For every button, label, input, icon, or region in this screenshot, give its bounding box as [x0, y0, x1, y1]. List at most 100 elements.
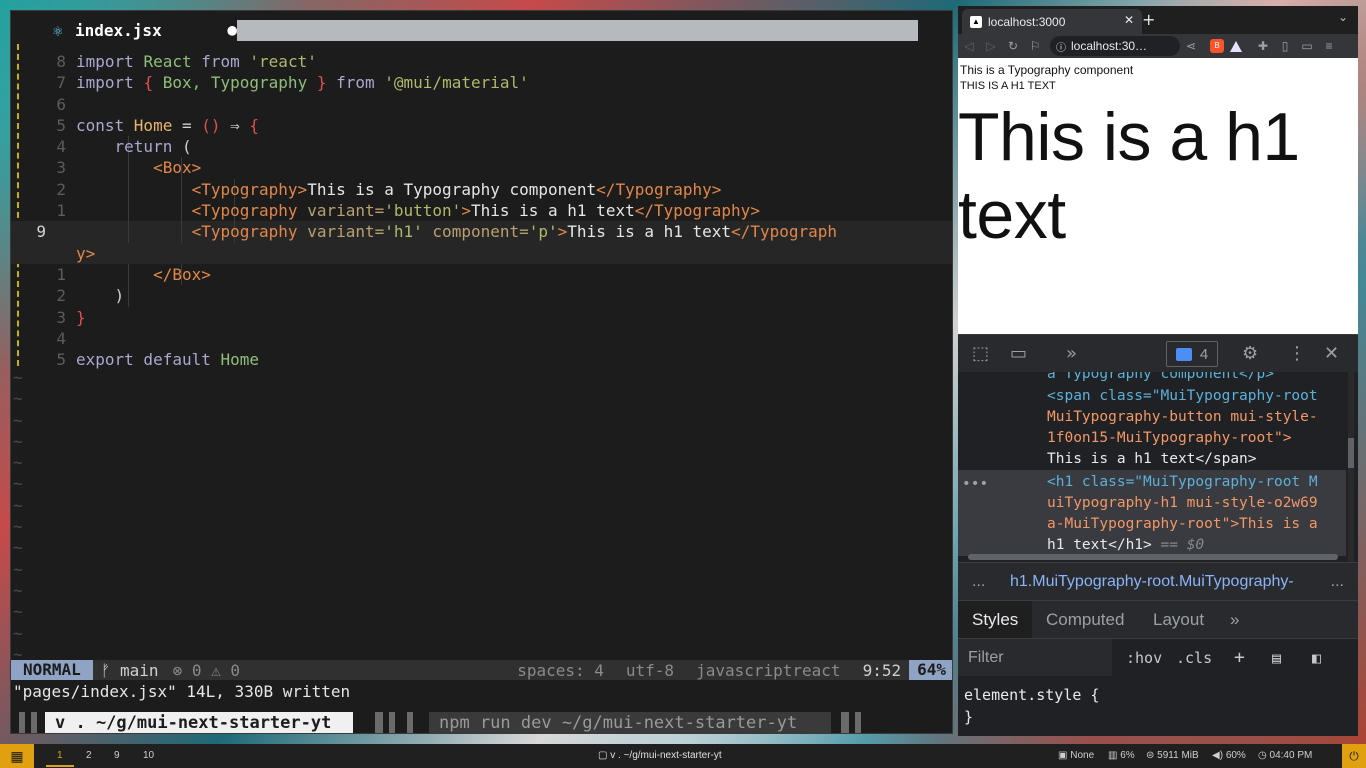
- elements-scroll-thumb[interactable]: [1348, 438, 1354, 468]
- tmux-window-active[interactable]: v . ~/g/mui-next-starter-yt: [45, 712, 353, 733]
- command-line[interactable]: "pages/index.jsx" 14L, 330B written: [13, 682, 350, 701]
- code-line[interactable]: 2 ): [11, 285, 952, 307]
- code-token: =: [181, 115, 202, 135]
- code-line[interactable]: 9 <Typography variant='h1' component='p'…: [11, 221, 952, 243]
- breadcrumb-overflow-icon[interactable]: ...: [1331, 573, 1344, 591]
- vim-statusline: NORMAL ᚠ main ⊗ 0 ⚠ 0 spaces: 4 utf-8 ja…: [11, 660, 952, 680]
- workspace-2[interactable]: 2: [86, 744, 92, 768]
- line-number: 3: [56, 307, 66, 327]
- git-branch: ᚠ main: [101, 661, 159, 680]
- desktop-panel: ▦ 1 2 9 10 ▢ v . ~/g/mui-next-starter-yt…: [0, 744, 1366, 768]
- breadcrumb-more-icon[interactable]: ...: [972, 573, 1010, 591]
- hover-state-toggle[interactable]: :hov: [1126, 639, 1162, 677]
- close-icon[interactable]: ✖: [926, 20, 936, 39]
- line-number: 9: [36, 222, 46, 242]
- dom-line[interactable]: This is a h1 text</span>: [1047, 449, 1257, 470]
- code-token: <Typography: [191, 222, 308, 242]
- power-icon[interactable]: ⏻: [1342, 744, 1366, 768]
- line-number: 2: [56, 179, 66, 199]
- device-toggle-icon[interactable]: ▭: [1010, 343, 1027, 364]
- dom-line: MuiTypography-button mui-style-: [1047, 409, 1318, 425]
- inspect-element-icon[interactable]: ⬚: [972, 343, 989, 364]
- node-actions-icon[interactable]: •••: [962, 474, 988, 495]
- line-number: 8: [56, 52, 66, 71]
- code-line[interactable]: 1 <Typography variant='button'>This is a…: [11, 200, 952, 222]
- empty-line-marker: ~: [13, 453, 23, 473]
- memory-usage: ⊜ 5911 MiB: [1146, 744, 1199, 768]
- code-line[interactable]: 6: [11, 94, 952, 115]
- tmux-window-inactive[interactable]: npm run dev ~/g/mui-next-starter-yt: [429, 712, 831, 733]
- elements-hscrollbar[interactable]: [968, 554, 1338, 560]
- styles-filter-input[interactable]: Filter: [958, 639, 1112, 677]
- tab-layout[interactable]: Layout: [1153, 601, 1204, 639]
- tab-computed[interactable]: Computed: [1046, 601, 1124, 639]
- address-bar[interactable]: ⓘ localhost:30…: [1050, 36, 1180, 56]
- dom-line[interactable]: <span class="MuiTypography-root: [1047, 386, 1318, 407]
- more-tabs-icon[interactable]: »: [1230, 601, 1239, 639]
- taskbar-window[interactable]: ▢ v . ~/g/mui-next-starter-yt: [598, 744, 722, 768]
- keyboard-layout[interactable]: ▣ None: [1058, 744, 1094, 768]
- dom-line[interactable]: a Typography component</p>: [1047, 372, 1274, 385]
- tab-search-chevron-icon[interactable]: ⌄: [1338, 10, 1348, 24]
- code-line[interactable]: 3}: [11, 307, 952, 328]
- code-token: This is a Typography component: [307, 179, 597, 199]
- workspace-10[interactable]: 10: [143, 744, 154, 768]
- clock[interactable]: ◷ 04:40 PM: [1258, 744, 1312, 768]
- empty-line-marker: ~: [13, 602, 23, 622]
- class-toggle[interactable]: .cls: [1176, 639, 1212, 677]
- elements-panel[interactable]: a Typography component</p> <span class="…: [958, 372, 1358, 562]
- keyboard-layout-value: None: [1070, 750, 1095, 761]
- code-line[interactable]: 8 import React from 'react': [11, 51, 952, 72]
- close-devtools-icon[interactable]: ✕: [1324, 343, 1339, 364]
- code-line[interactable]: 5 export default Home: [11, 349, 952, 370]
- element-style-rule[interactable]: element.style { }: [958, 676, 1358, 736]
- issues-badge[interactable]: 4: [1166, 341, 1218, 367]
- sidebar-icon[interactable]: ▯: [1274, 39, 1296, 53]
- back-icon[interactable]: ◁: [958, 39, 980, 53]
- browser-window[interactable]: ▲ localhost:3000 ✕ + ⌄ ◁ ▷ ↻ ⚐ ⓘ localho…: [958, 6, 1358, 736]
- more-tabs-icon[interactable]: »: [1066, 343, 1077, 364]
- code-line[interactable]: 1 </Box>: [11, 263, 952, 286]
- code-line[interactable]: 7 import { Box, Typography } from '@mui/m…: [11, 72, 952, 93]
- code-line[interactable]: 2 <Typography>This is a Typography compo…: [11, 178, 952, 201]
- code-line[interactable]: 5 const Home = () ⇒ {: [11, 115, 952, 136]
- paint-icon[interactable]: ▤: [1272, 639, 1281, 677]
- bookmark-icon[interactable]: ⚐: [1024, 39, 1046, 53]
- error-icon: ⊗: [172, 660, 192, 680]
- menu-icon[interactable]: ≡: [1318, 39, 1340, 53]
- breadcrumb-selector[interactable]: h1.MuiTypography-root.MuiTypography-: [1010, 573, 1294, 591]
- terminal-window[interactable]: ⚛ index.jsx ● ✖ 8 import React from 'reac…: [10, 10, 953, 734]
- branch-name: main: [120, 660, 159, 680]
- new-tab-button[interactable]: +: [1142, 10, 1155, 29]
- add-rule-icon[interactable]: +: [1234, 639, 1245, 677]
- brave-rewards-icon[interactable]: [1230, 40, 1242, 52]
- tab-styles[interactable]: Styles: [958, 601, 1033, 639]
- code-line[interactable]: 4: [11, 328, 952, 349]
- vim-buffer-tab[interactable]: ⚛ index.jsx ●: [51, 20, 237, 41]
- code-token: <Box>: [153, 158, 202, 178]
- reload-icon[interactable]: ↻: [1002, 39, 1024, 53]
- volume[interactable]: ◀) 60%: [1212, 744, 1246, 768]
- kebab-menu-icon[interactable]: ⋮: [1288, 343, 1306, 364]
- modified-indicator: ●: [227, 20, 237, 39]
- dom-line-selected[interactable]: <h1 class="MuiTypography-root M: [1047, 472, 1318, 493]
- buffer-filename: index.jsx: [75, 21, 162, 40]
- brave-shields-icon[interactable]: B: [1210, 39, 1224, 53]
- app-grid-icon[interactable]: ▦: [0, 744, 34, 768]
- settings-gear-icon[interactable]: ⚙: [1242, 343, 1258, 364]
- code-buffer[interactable]: 8 import React from 'react' 7 import { Box,…: [11, 51, 952, 370]
- indent-guide: [128, 285, 129, 307]
- wallet-icon[interactable]: ▭: [1296, 39, 1318, 53]
- tab-close-icon[interactable]: ✕: [1124, 13, 1134, 27]
- forward-icon[interactable]: ▷: [980, 39, 1002, 53]
- workspace-9[interactable]: 9: [114, 744, 120, 768]
- browser-tab[interactable]: ▲ localhost:3000 ✕: [962, 9, 1142, 34]
- share-icon[interactable]: ⋖: [1180, 39, 1202, 53]
- code-text: const Home = () ⇒ {: [76, 115, 259, 136]
- sidebar-toggle-icon[interactable]: ◧: [1312, 639, 1321, 677]
- code-line[interactable]: 3 <Box>: [11, 157, 952, 179]
- extensions-icon[interactable]: ✚: [1252, 39, 1274, 53]
- code-line[interactable]: 4 return (: [11, 136, 952, 158]
- code-line[interactable]: y>: [11, 242, 952, 264]
